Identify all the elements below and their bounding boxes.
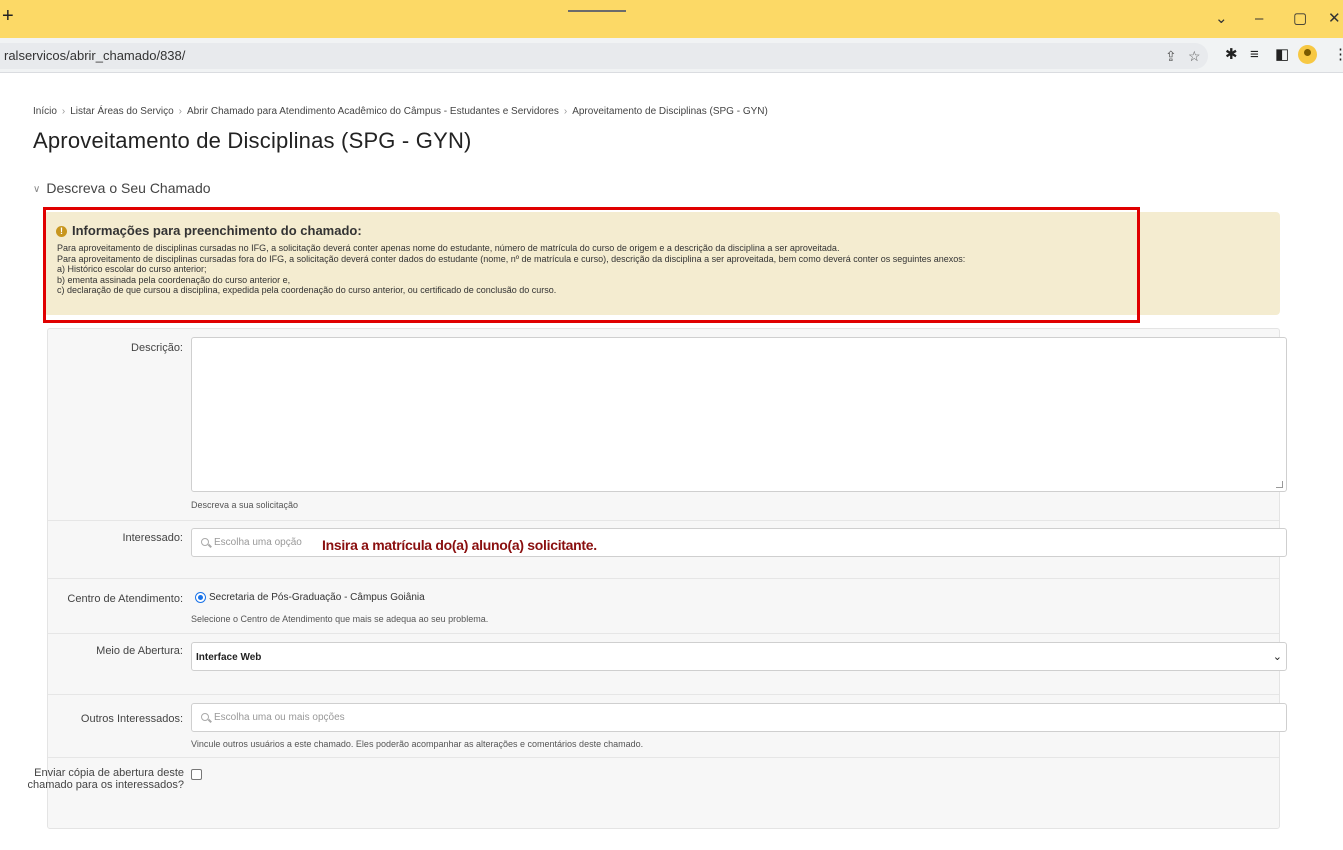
share-icon[interactable]: ⇪: [1165, 48, 1177, 65]
outros-label: Outros Interessados:: [80, 713, 183, 725]
chevron-down-icon: ⌄: [1272, 651, 1282, 663]
row-divider: [48, 520, 1279, 521]
breadcrumb-abrir-chamado[interactable]: Abrir Chamado para Atendimento Acadêmico…: [187, 106, 559, 117]
address-bar: ralservicos/abrir_chamado/838/ ⇪ ☆: [0, 38, 1343, 73]
new-tab-button[interactable]: +: [2, 6, 14, 26]
centro-label: Centro de Atendimento:: [67, 593, 183, 605]
side-panel-icon[interactable]: ◧: [1275, 46, 1289, 64]
tab-search-icon[interactable]: ⌄: [1215, 11, 1228, 26]
meio-selected-value: Interface Web: [196, 652, 262, 663]
centro-option-label[interactable]: Secretaria de Pós-Graduação - Câmpus Goi…: [209, 592, 425, 603]
breadcrumb-current: Aproveitamento de Disciplinas (SPG - GYN…: [572, 106, 768, 117]
extensions-icon[interactable]: ✱: [1225, 46, 1238, 64]
descricao-help: Descreva a sua solicitação: [191, 500, 299, 510]
row-divider: [48, 633, 1279, 634]
info-highlight-frame: [43, 207, 1140, 323]
browser-titlebar: + ⌄ – ▢ ✕: [0, 0, 1343, 38]
breadcrumb-home[interactable]: Início: [33, 106, 57, 117]
url-box[interactable]: ralservicos/abrir_chamado/838/ ⇪ ☆: [0, 43, 1208, 69]
copia-label: Enviar cópia de abertura deste chamado p…: [27, 767, 184, 791]
section-toggle[interactable]: ∨ Descreva o Seu Chamado: [33, 180, 211, 196]
bookmark-star-icon[interactable]: ☆: [1188, 48, 1201, 65]
row-divider: [48, 694, 1279, 695]
reading-list-icon[interactable]: ≡: [1250, 46, 1259, 64]
centro-radio[interactable]: [195, 592, 206, 603]
row-divider: [48, 578, 1279, 579]
tab-indicator: [568, 10, 626, 12]
resize-handle[interactable]: [1276, 481, 1283, 488]
interessado-annotation: Insira a matrícula do(a) aluno(a) solici…: [322, 537, 597, 553]
outros-input[interactable]: Escolha uma ou mais opções: [191, 703, 1287, 732]
meio-label: Meio de Abertura:: [96, 645, 183, 657]
interessado-label: Interessado:: [122, 532, 183, 544]
breadcrumb-areas[interactable]: Listar Áreas do Serviço: [70, 106, 173, 117]
url-text[interactable]: ralservicos/abrir_chamado/838/: [4, 48, 185, 63]
chevron-down-icon: ∨: [33, 184, 41, 195]
section-title: Descreva o Seu Chamado: [46, 180, 211, 196]
minimize-icon[interactable]: –: [1255, 11, 1263, 26]
close-icon[interactable]: ✕: [1328, 11, 1341, 26]
outros-placeholder: Escolha uma ou mais opções: [201, 712, 345, 723]
page-title: Aproveitamento de Disciplinas (SPG - GYN…: [33, 128, 472, 153]
copia-checkbox[interactable]: [191, 769, 202, 780]
descricao-textarea[interactable]: [191, 337, 1287, 492]
centro-help: Selecione o Centro de Atendimento que ma…: [191, 614, 489, 624]
descricao-label: Descrição:: [131, 342, 183, 354]
breadcrumb: Início › Listar Áreas do Serviço › Abrir Cha…: [33, 106, 768, 117]
meio-select[interactable]: Interface Web ⌄: [191, 642, 1287, 671]
breadcrumb-separator: ›: [563, 106, 568, 117]
outros-help: Vincule outros usuários a este chamado. …: [191, 739, 644, 749]
search-icon: [201, 713, 209, 721]
breadcrumb-separator: ›: [178, 106, 182, 117]
profile-avatar[interactable]: [1298, 45, 1317, 64]
maximize-icon[interactable]: ▢: [1293, 11, 1307, 26]
menu-kebab-icon[interactable]: ⋮: [1333, 46, 1343, 64]
search-icon: [201, 538, 209, 546]
breadcrumb-separator: ›: [61, 106, 66, 117]
interessado-placeholder: Escolha uma opção: [201, 537, 302, 548]
row-divider: [48, 757, 1279, 758]
